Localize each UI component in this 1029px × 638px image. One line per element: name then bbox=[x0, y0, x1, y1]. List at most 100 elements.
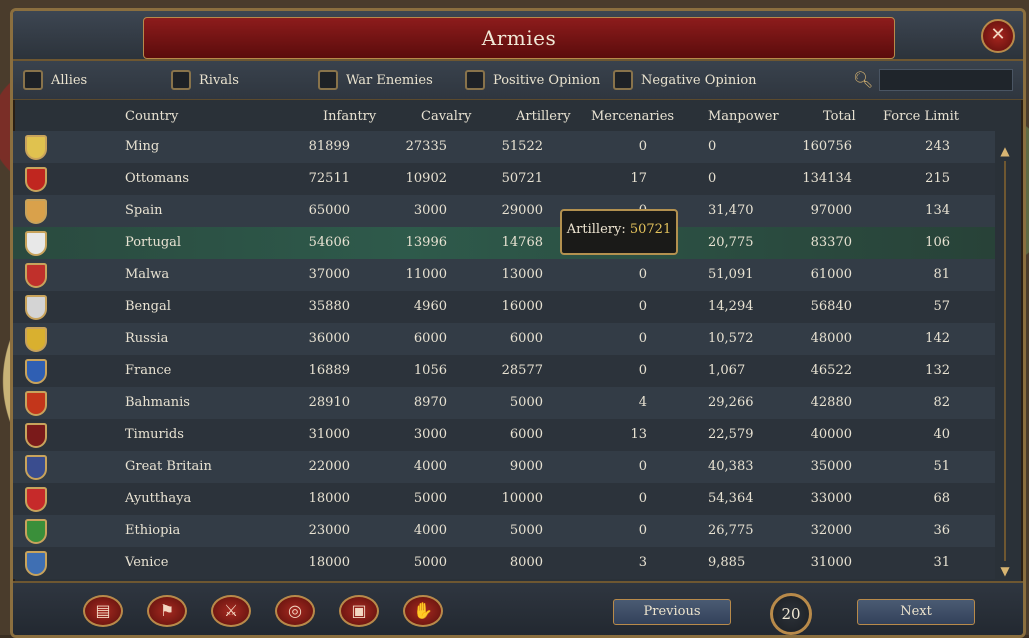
close-button[interactable]: ✕ bbox=[981, 19, 1015, 53]
search-icon[interactable]: 🔍︎ bbox=[853, 69, 875, 91]
flag-button[interactable]: ⚑ bbox=[147, 595, 187, 627]
cell-country[interactable]: Bengal bbox=[125, 299, 171, 314]
country-flag-icon[interactable] bbox=[25, 391, 47, 416]
cell-country[interactable]: Timurids bbox=[125, 427, 184, 442]
cell-country[interactable]: Bahmanis bbox=[125, 395, 190, 410]
scroll-down-arrow-icon[interactable]: ▼ bbox=[998, 561, 1012, 581]
cell-country[interactable]: Ethiopia bbox=[125, 523, 180, 538]
cell-force-limit: 134 bbox=[925, 203, 950, 218]
cell-country[interactable]: Russia bbox=[125, 331, 168, 346]
rivals-checkbox[interactable] bbox=[171, 70, 191, 90]
filter-label: Rivals bbox=[199, 72, 239, 88]
cell-force-limit: 215 bbox=[925, 171, 950, 186]
cell-artillery: 14768 bbox=[501, 235, 543, 250]
country-flag-icon[interactable] bbox=[25, 231, 47, 256]
cell-cavalry: 11000 bbox=[405, 267, 447, 282]
table-row[interactable]: Ming 81899 27335 51522 0 0 160756 243 bbox=[13, 131, 995, 163]
diplomacy-button[interactable]: ✋ bbox=[403, 595, 443, 627]
next-button[interactable]: Next bbox=[857, 599, 975, 625]
cell-force-limit: 106 bbox=[925, 235, 950, 250]
column-header-infantry[interactable]: Infantry bbox=[323, 109, 376, 124]
previous-button[interactable]: Previous bbox=[613, 599, 731, 625]
country-flag-icon[interactable] bbox=[25, 519, 47, 544]
cell-mercenaries: 0 bbox=[638, 267, 647, 282]
cell-cavalry: 3000 bbox=[413, 203, 447, 218]
scrollbar[interactable]: ▲ ▼ bbox=[998, 141, 1012, 581]
country-flag-icon[interactable] bbox=[25, 263, 47, 288]
country-flag-icon[interactable] bbox=[25, 199, 47, 224]
country-flag-icon[interactable] bbox=[25, 167, 47, 192]
filter-negative-opinion[interactable]: Negative Opinion bbox=[613, 67, 757, 93]
column-header-total[interactable]: Total bbox=[823, 109, 856, 124]
cell-force-limit: 81 bbox=[933, 267, 950, 282]
filter-war-enemies[interactable]: War Enemies bbox=[318, 67, 433, 93]
cell-infantry: 65000 bbox=[308, 203, 350, 218]
table-row[interactable]: Russia 36000 6000 6000 0 10,572 48000 142 bbox=[13, 323, 995, 355]
filter-positive-opinion[interactable]: Positive Opinion bbox=[465, 67, 600, 93]
column-header-cavalry[interactable]: Cavalry bbox=[421, 109, 472, 124]
allies-checkbox[interactable] bbox=[23, 70, 43, 90]
table-row[interactable]: France 16889 1056 28577 0 1,067 46522 132 bbox=[13, 355, 995, 387]
trade-button[interactable]: ▣ bbox=[339, 595, 379, 627]
table-row[interactable]: Bahmanis 28910 8970 5000 4 29,266 42880 82 bbox=[13, 387, 995, 419]
country-flag-icon[interactable] bbox=[25, 487, 47, 512]
search-input[interactable] bbox=[879, 69, 1013, 91]
filter-rivals[interactable]: Rivals bbox=[171, 67, 239, 93]
scroll-up-arrow-icon[interactable]: ▲ bbox=[998, 141, 1012, 161]
cell-manpower: 14,294 bbox=[708, 299, 754, 314]
cell-country[interactable]: Ottomans bbox=[125, 171, 189, 186]
negative-opinion-checkbox[interactable] bbox=[613, 70, 633, 90]
cell-mercenaries: 0 bbox=[638, 363, 647, 378]
military-button[interactable]: ⚔ bbox=[211, 595, 251, 627]
cell-country[interactable]: Great Britain bbox=[125, 459, 212, 474]
cell-infantry: 37000 bbox=[308, 267, 350, 282]
column-header-manpower[interactable]: Manpower bbox=[708, 109, 779, 124]
table-row[interactable]: Great Britain 22000 4000 9000 0 40,383 35000 51 bbox=[13, 451, 995, 483]
table-row[interactable]: Ethiopia 23000 4000 5000 0 26,775 32000 36 bbox=[13, 515, 995, 547]
table-row[interactable]: Malwa 37000 11000 13000 0 51,091 61000 81 bbox=[13, 259, 995, 291]
ledger-button[interactable]: ▤ bbox=[83, 595, 123, 627]
country-flag-icon[interactable] bbox=[25, 551, 47, 576]
armies-window: Armies ✕ Allies Rivals War Enemies Posit… bbox=[10, 8, 1026, 638]
cell-country[interactable]: Portugal bbox=[125, 235, 181, 250]
economy-button[interactable]: ◎ bbox=[275, 595, 315, 627]
artillery-tooltip: Artillery: 50721 bbox=[560, 209, 678, 255]
cell-country[interactable]: Ming bbox=[125, 139, 159, 154]
country-flag-icon[interactable] bbox=[25, 135, 47, 160]
table-row[interactable]: Bengal 35880 4960 16000 0 14,294 56840 57 bbox=[13, 291, 995, 323]
cell-country[interactable]: Ayutthaya bbox=[125, 491, 191, 506]
cell-country[interactable]: Malwa bbox=[125, 267, 169, 282]
table-row[interactable]: Venice 18000 5000 8000 3 9,885 31000 31 bbox=[13, 547, 995, 579]
cell-cavalry: 13996 bbox=[405, 235, 447, 250]
column-header-artillery[interactable]: Artillery bbox=[516, 109, 571, 124]
cell-manpower: 0 bbox=[708, 171, 717, 186]
cell-total: 160756 bbox=[802, 139, 852, 154]
table-row[interactable]: Timurids 31000 3000 6000 13 22,579 40000 40 bbox=[13, 419, 995, 451]
column-header-country[interactable]: Country bbox=[125, 109, 178, 124]
positive-opinion-checkbox[interactable] bbox=[465, 70, 485, 90]
cell-country[interactable]: Venice bbox=[125, 555, 168, 570]
cell-cavalry: 5000 bbox=[413, 555, 447, 570]
cell-total: 35000 bbox=[810, 459, 852, 474]
cell-manpower: 20,775 bbox=[708, 235, 754, 250]
armies-table: Ming 81899 27335 51522 0 0 160756 243 Ottomans 72… bbox=[13, 131, 995, 579]
table-row[interactable]: Portugal 54606 13996 14768 20,775 83370 106 bbox=[13, 227, 995, 259]
title-bar: Armies ✕ bbox=[13, 11, 1023, 61]
handshake-icon: ✋ bbox=[413, 601, 433, 620]
column-header-mercenaries[interactable]: Mercenaries bbox=[591, 109, 674, 124]
war-enemies-checkbox[interactable] bbox=[318, 70, 338, 90]
country-flag-icon[interactable] bbox=[25, 359, 47, 384]
table-row[interactable]: Ayutthaya 18000 5000 10000 0 54,364 33000 68 bbox=[13, 483, 995, 515]
table-row[interactable]: Ottomans 72511 10902 50721 17 0 134134 215 bbox=[13, 163, 995, 195]
cell-country[interactable]: France bbox=[125, 363, 171, 378]
cell-infantry: 23000 bbox=[308, 523, 350, 538]
country-flag-icon[interactable] bbox=[25, 327, 47, 352]
country-flag-icon[interactable] bbox=[25, 423, 47, 448]
scroll-track[interactable] bbox=[1004, 161, 1006, 561]
table-row[interactable]: Spain65000300029000031,47097000134 bbox=[13, 195, 995, 227]
filter-allies[interactable]: Allies bbox=[23, 67, 87, 93]
country-flag-icon[interactable] bbox=[25, 295, 47, 320]
column-header-force-limit[interactable]: Force Limit bbox=[883, 109, 959, 124]
cell-country[interactable]: Spain bbox=[125, 203, 163, 218]
country-flag-icon[interactable] bbox=[25, 455, 47, 480]
